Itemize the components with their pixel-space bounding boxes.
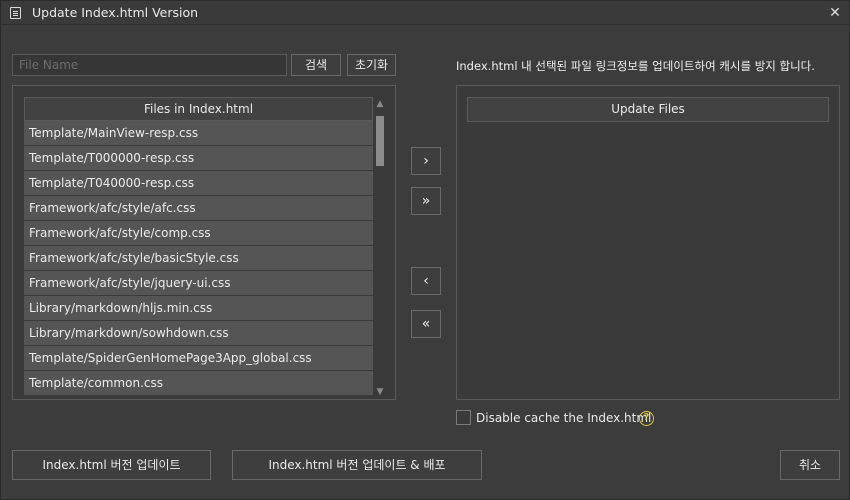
remove-all-button[interactable]: «: [411, 310, 441, 338]
file-list-item[interactable]: Framework/afc/style/jquery-ui.css: [24, 271, 373, 296]
file-list-item[interactable]: Library/markdown/sowhdown.css: [24, 321, 373, 346]
disable-cache-checkbox[interactable]: [456, 410, 471, 425]
file-name-search-input[interactable]: [12, 54, 287, 76]
file-list-item[interactable]: Template/T000000-resp.css: [24, 146, 373, 171]
chevron-right-icon: ›: [423, 153, 429, 169]
reset-button[interactable]: 초기화: [347, 54, 396, 76]
scroll-up-icon[interactable]: ▲: [374, 97, 386, 111]
files-list: Template/MainView-resp.css Template/T0000…: [24, 121, 373, 399]
search-button[interactable]: 검색: [291, 54, 341, 76]
files-list-header: Files in Index.html: [24, 97, 373, 121]
update-files-header: Update Files: [467, 97, 829, 122]
file-list-item[interactable]: Framework/afc/style/comp.css: [24, 221, 373, 246]
add-all-button[interactable]: »: [411, 187, 441, 215]
update-and-deploy-button[interactable]: Index.html 버전 업데이트 & 배포: [232, 450, 482, 480]
help-icon[interactable]: ?: [639, 411, 654, 426]
add-selected-button[interactable]: ›: [411, 147, 441, 175]
double-chevron-left-icon: «: [421, 316, 431, 332]
document-list-icon: [10, 7, 21, 19]
scroll-down-icon[interactable]: ▼: [374, 385, 386, 399]
file-list-item[interactable]: Framework/afc/style/basicStyle.css: [24, 246, 373, 271]
disable-cache-label[interactable]: Disable cache the Index.html: [476, 411, 651, 425]
remove-selected-button[interactable]: ‹: [411, 267, 441, 295]
window-title: Update Index.html Version: [32, 5, 199, 20]
scroll-thumb[interactable]: [376, 116, 384, 166]
update-version-dialog: Update Index.html Version ✕ 검색 초기화 Index…: [0, 0, 850, 500]
cancel-button[interactable]: 취소: [780, 450, 840, 480]
file-list-item[interactable]: Template/SpiderGenHomePage3App_global.cs…: [24, 346, 373, 371]
file-list-item[interactable]: Template/T040000-resp.css: [24, 171, 373, 196]
title-bar: Update Index.html Version ✕: [1, 1, 849, 25]
update-files-panel: Update Files: [456, 85, 840, 400]
file-list-item[interactable]: Template/MainView-resp.css: [24, 121, 373, 146]
double-chevron-right-icon: »: [421, 193, 431, 209]
files-list-scrollbar[interactable]: ▲ ▼: [374, 97, 386, 399]
file-list-item[interactable]: Template/common.css: [24, 371, 373, 396]
file-list-item[interactable]: Framework/afc/style/afc.css: [24, 196, 373, 221]
update-version-button[interactable]: Index.html 버전 업데이트: [12, 450, 211, 480]
file-list-item[interactable]: Library/markdown/hljs.min.css: [24, 296, 373, 321]
close-icon[interactable]: ✕: [827, 4, 843, 22]
info-description: Index.html 내 선택된 파일 링크정보를 업데이트하여 캐시를 방지 …: [456, 59, 815, 73]
files-in-index-panel: Files in Index.html Template/MainView-re…: [12, 85, 396, 400]
chevron-left-icon: ‹: [423, 273, 429, 289]
